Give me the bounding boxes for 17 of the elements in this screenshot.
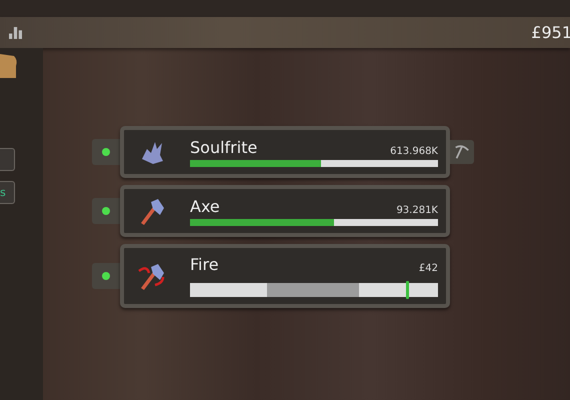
- side-button[interactable]: s: [0, 181, 15, 204]
- skill-card[interactable]: Axe 93.281K: [120, 185, 450, 237]
- toggle-tab[interactable]: [92, 139, 120, 165]
- toggle-tab[interactable]: [92, 263, 120, 289]
- skill-card[interactable]: Fire £42: [120, 244, 450, 308]
- skill-value: 613.968K: [390, 146, 438, 156]
- skill-name: Fire: [190, 255, 219, 274]
- pickaxe-icon: [453, 143, 471, 161]
- skill-name: Soulfrite: [190, 138, 258, 156]
- toggle-tab[interactable]: [92, 198, 120, 224]
- skill-card[interactable]: Soulfrite 613.968K: [120, 126, 450, 178]
- tool-button[interactable]: [450, 140, 474, 164]
- skill-value: £42: [418, 263, 438, 274]
- axe-fire-icon: [137, 261, 167, 291]
- skill-name: Axe: [190, 196, 220, 216]
- skill-value: 93.281K: [396, 204, 438, 216]
- stats-icon[interactable]: [9, 26, 22, 38]
